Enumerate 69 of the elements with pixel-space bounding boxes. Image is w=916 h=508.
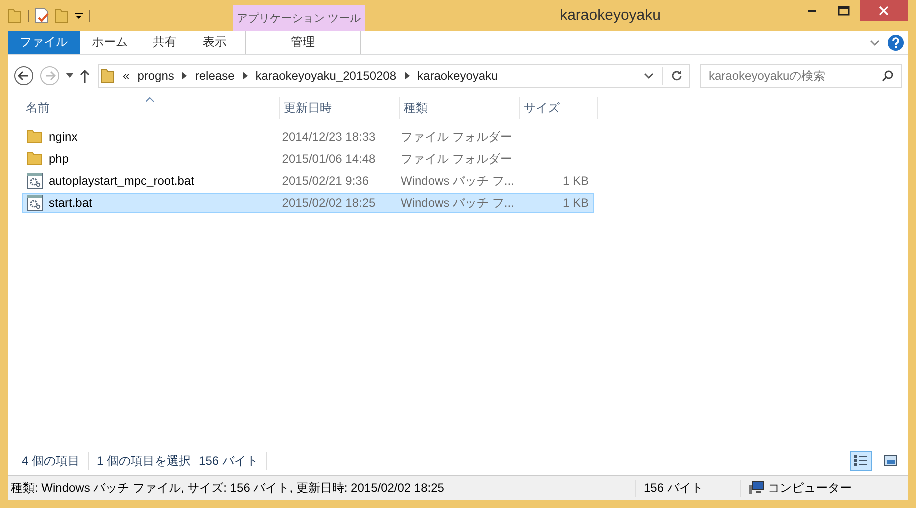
file-size: 1 KB <box>563 174 590 188</box>
minimize-icon <box>808 10 816 12</box>
breadcrumb[interactable]: release <box>195 69 235 83</box>
file-type: Windows バッチ フ... <box>401 172 514 190</box>
maximize-icon <box>838 6 850 16</box>
back-icon[interactable] <box>14 66 34 86</box>
column-label: 名前 <box>26 100 50 116</box>
file-name: nginx <box>49 130 78 144</box>
folder-icon <box>27 130 43 144</box>
breadcrumb[interactable]: karaokeyoyaku_20150208 <box>256 69 397 83</box>
file-row[interactable]: nginx 2014/12/23 18:33 ファイル フォルダー <box>22 127 594 147</box>
breadcrumb[interactable]: progns <box>138 69 174 83</box>
date-modified: 2015/01/06 14:48 <box>282 152 376 166</box>
file-row[interactable]: autoplaystart_mpc_root.bat 2015/02/21 9:36 Windows バッチ フ... 1 KB <box>22 171 594 191</box>
details-view-button[interactable] <box>850 451 872 471</box>
list-icon <box>854 455 868 467</box>
column-header[interactable]: 更新日時 <box>280 97 400 119</box>
selection-size: 156 バイト <box>199 452 258 470</box>
help-icon[interactable] <box>888 34 904 50</box>
gear-file-icon <box>27 195 43 211</box>
column-label: 更新日時 <box>284 100 332 116</box>
column-header[interactable]: 種類 <box>400 97 520 119</box>
close-button[interactable] <box>860 0 908 21</box>
ribbon-tab[interactable]: 管理 <box>245 31 361 54</box>
details-size: 156 バイト <box>635 480 740 496</box>
date-modified: 2015/02/02 18:25 <box>282 196 376 210</box>
file-size: 1 KB <box>563 196 590 210</box>
separator-arrow-icon[interactable] <box>242 72 248 80</box>
dropdown-icon[interactable] <box>66 73 74 79</box>
refresh-icon[interactable] <box>671 70 683 82</box>
close-icon <box>879 6 889 16</box>
column-label: 種類 <box>404 100 428 116</box>
window-title: karaokeyoyaku <box>559 7 662 24</box>
file-name: start.bat <box>49 196 92 210</box>
folder-icon <box>101 68 115 84</box>
contextual-tab-group: アプリケーション ツール <box>233 5 366 31</box>
location-label: コンピューター <box>768 480 852 496</box>
image-icon <box>884 455 898 467</box>
folder-icon <box>27 152 43 166</box>
file-type: ファイル フォルダー <box>401 128 512 146</box>
up-arrow-icon[interactable] <box>80 69 90 83</box>
separator-arrow-icon[interactable] <box>404 72 410 80</box>
dropdown-icon[interactable] <box>644 72 654 80</box>
search-icon <box>882 70 894 82</box>
date-modified: 2014/12/23 18:33 <box>282 130 376 144</box>
address-bar[interactable]: « progns release karaokeyoyaku_20150208 karaokeyoyaku <box>98 64 690 88</box>
column-header[interactable]: サイズ <box>520 97 598 119</box>
ribbon-tab[interactable]: ファイル <box>8 31 80 54</box>
breadcrumb[interactable]: karaokeyoyaku <box>418 69 498 83</box>
item-count: 4 個の項目 <box>22 452 80 470</box>
file-name: autoplaystart_mpc_root.bat <box>49 174 194 188</box>
column-label: サイズ <box>524 100 560 116</box>
overflow-chevron[interactable]: « <box>123 69 130 83</box>
details-summary: 種類: Windows バッチ ファイル, サイズ: 156 バイト, 更新日時: 2015/02/02 18:25 <box>10 480 446 496</box>
chevron-icon[interactable] <box>870 38 880 46</box>
gear-file-icon <box>27 173 43 189</box>
file-type: ファイル フォルダー <box>401 150 512 168</box>
file-name: php <box>49 152 70 166</box>
document-check-icon[interactable] <box>35 8 49 24</box>
separator-arrow-icon[interactable] <box>182 72 188 80</box>
file-row[interactable]: php 2015/01/06 14:48 ファイル フォルダー <box>22 149 594 169</box>
selection-count: 1 個の項目を選択 <box>97 452 192 470</box>
dropdown-icon[interactable] <box>75 12 83 20</box>
computer-icon <box>749 481 765 495</box>
search-field[interactable]: karaokeyoyakuの検索 <box>700 64 902 88</box>
file-row[interactable]: start.bat 2015/02/02 18:25 Windows バッチ フ... 1 KB <box>22 193 594 213</box>
date-modified: 2015/02/21 9:36 <box>282 174 370 188</box>
column-header[interactable]: 名前 <box>22 97 280 119</box>
file-type: Windows バッチ フ... <box>401 194 514 212</box>
